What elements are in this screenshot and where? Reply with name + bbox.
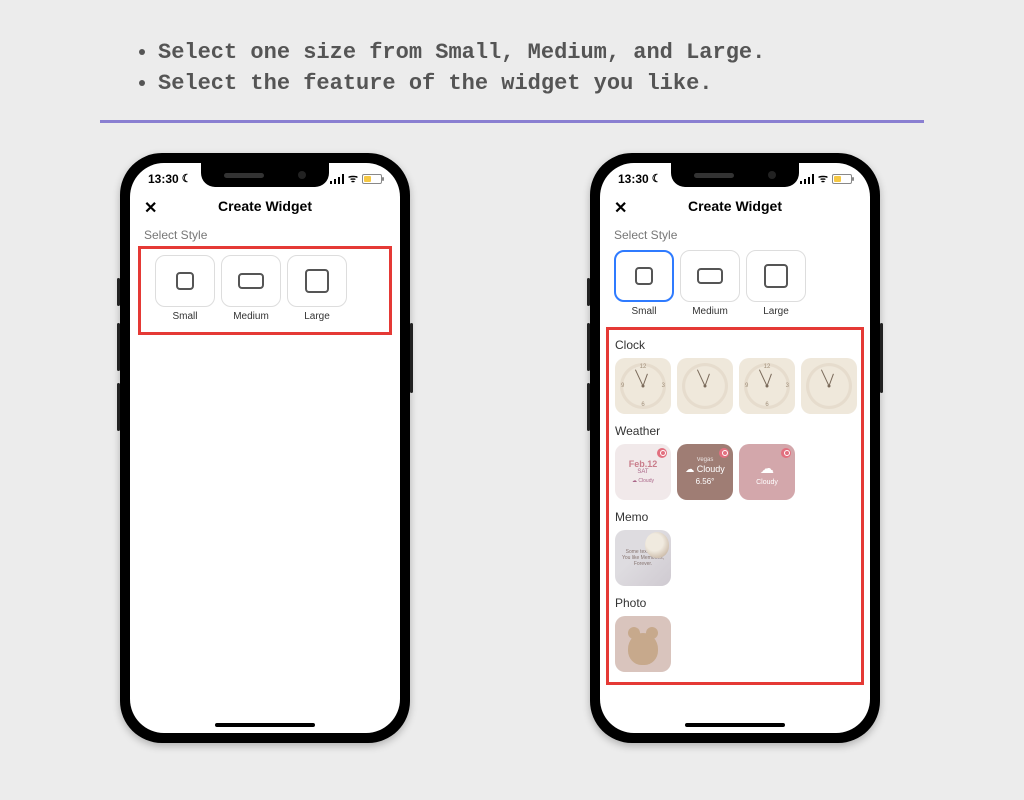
highlight-sizes: Small Medium Large: [138, 246, 392, 335]
phone-mock-right: 13:30 ☾ ᯤ ✕ Create Widget Select Style: [590, 153, 880, 743]
size-label-large: Large: [746, 306, 806, 317]
battery-icon: [362, 174, 382, 184]
close-icon[interactable]: ✕: [614, 198, 627, 218]
size-label-medium: Medium: [680, 306, 740, 317]
wifi-icon: ᯤ: [348, 171, 358, 186]
instruction-item: Select one size from Small, Medium, and …: [158, 40, 914, 65]
size-option-large[interactable]: [746, 250, 806, 302]
pin-icon: [719, 448, 729, 458]
page-title: Create Widget: [688, 198, 782, 214]
signal-icon: [330, 174, 344, 184]
widget-clock-4[interactable]: [801, 358, 857, 414]
widget-weather-3[interactable]: ☁ Cloudy: [739, 444, 795, 500]
size-option-small[interactable]: [155, 255, 215, 307]
category-photo: Photo: [611, 592, 859, 614]
size-label-small: Small: [155, 311, 215, 322]
dnd-icon: ☾: [652, 172, 662, 185]
section-label-select-style: Select Style: [600, 222, 870, 246]
size-option-large[interactable]: [287, 255, 347, 307]
size-label-medium: Medium: [221, 311, 281, 322]
widget-clock-3[interactable]: 12369: [739, 358, 795, 414]
divider: [100, 120, 924, 123]
pin-icon: [657, 448, 667, 458]
size-option-medium[interactable]: [221, 255, 281, 307]
widget-memo-1[interactable]: Some text to let You like Memories, Fore…: [615, 530, 671, 586]
size-label-large: Large: [287, 311, 347, 322]
page-title: Create Widget: [218, 198, 312, 214]
category-memo: Memo: [611, 506, 859, 528]
close-icon[interactable]: ✕: [144, 198, 157, 218]
pin-icon: [781, 448, 791, 458]
home-indicator: [685, 723, 785, 727]
widget-clock-1[interactable]: 12369: [615, 358, 671, 414]
teddy-bear-icon: [628, 633, 658, 665]
status-time: 13:30: [148, 172, 179, 186]
section-label-select-style: Select Style: [130, 222, 400, 246]
size-option-small[interactable]: [614, 250, 674, 302]
instruction-list: Select one size from Small, Medium, and …: [0, 0, 1024, 112]
home-indicator: [215, 723, 315, 727]
highlight-widget-features: Clock 12369 12369: [606, 327, 864, 685]
wifi-icon: ᯤ: [818, 171, 828, 186]
size-label-small: Small: [614, 306, 674, 317]
status-time: 13:30: [618, 172, 649, 186]
phone-mock-left: 13:30 ☾ ᯤ ✕ Create Widget Select Style: [120, 153, 410, 743]
category-weather: Weather: [611, 420, 859, 442]
widget-clock-2[interactable]: [677, 358, 733, 414]
widget-photo-1[interactable]: [615, 616, 671, 672]
category-clock: Clock: [611, 334, 859, 356]
size-option-medium[interactable]: [680, 250, 740, 302]
widget-weather-2[interactable]: Vegas ☁ Cloudy 6.56°: [677, 444, 733, 500]
instruction-item: Select the feature of the widget you lik…: [158, 71, 914, 96]
signal-icon: [800, 174, 814, 184]
dnd-icon: ☾: [182, 172, 192, 185]
widget-weather-1[interactable]: Feb.12 SAT ☁ Cloudy: [615, 444, 671, 500]
battery-icon: [832, 174, 852, 184]
